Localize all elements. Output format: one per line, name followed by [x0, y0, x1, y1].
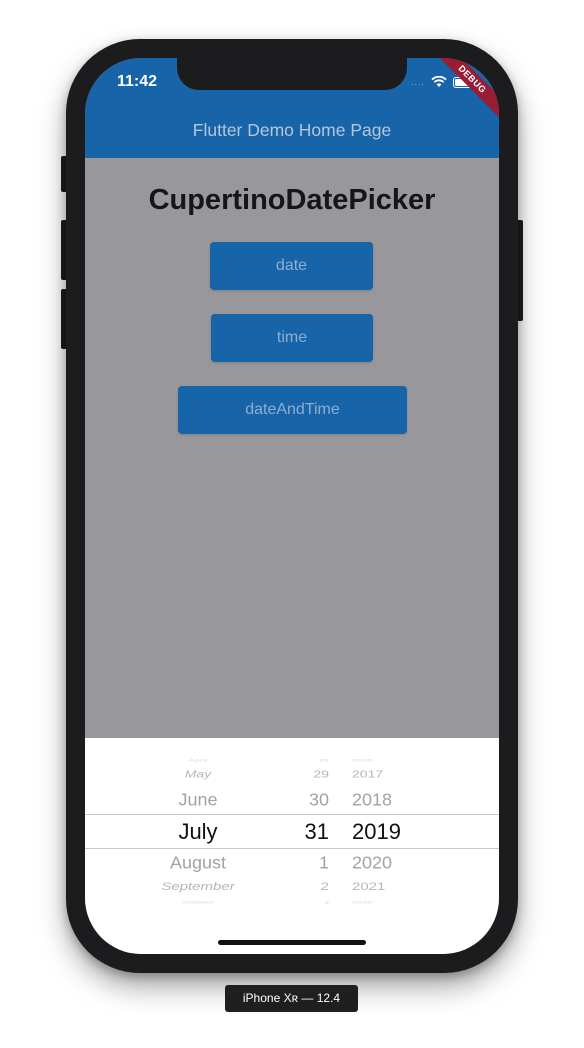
year-wheel-item[interactable]: 2019: [352, 819, 422, 845]
day-wheel-item[interactable]: 30: [289, 791, 329, 811]
year-wheel-item[interactable]: 2017: [352, 768, 422, 779]
year-wheel-item[interactable]: 2016: [352, 758, 422, 763]
app-bar-title: Flutter Demo Home Page: [192, 120, 392, 140]
cupertino-date-picker[interactable]: April May June July August September October 28…: [85, 752, 499, 912]
notch: [177, 58, 407, 90]
month-wheel-item[interactable]: April: [128, 758, 268, 763]
time-button[interactable]: time: [211, 314, 373, 362]
month-wheel-item[interactable]: August: [128, 854, 268, 874]
year-wheel-item[interactable]: 2021: [352, 880, 422, 893]
month-wheel-item[interactable]: October: [128, 900, 268, 905]
date-picker-sheet: April May June July August September October 28…: [85, 738, 499, 954]
month-wheel-item[interactable]: July: [128, 819, 268, 845]
day-wheel-item[interactable]: 28: [289, 758, 329, 763]
day-wheel-item[interactable]: 29: [289, 768, 329, 779]
day-wheel-item[interactable]: 31: [289, 819, 329, 845]
status-time: 11:42: [117, 73, 158, 90]
device-label: iPhone Xʀ — 12.4: [225, 985, 358, 1012]
year-wheel-item[interactable]: 2020: [352, 854, 422, 874]
date-button[interactable]: date: [210, 242, 373, 290]
app-bar: 11:42 .... Flutter Demo Home Page: [85, 58, 499, 158]
year-wheel-item[interactable]: 2018: [352, 791, 422, 811]
page-title: CupertinoDatePicker: [148, 184, 436, 216]
wifi-icon: [431, 76, 447, 87]
month-wheel-item[interactable]: May: [128, 768, 268, 779]
month-wheel-item[interactable]: September: [128, 880, 268, 893]
home-indicator: [218, 940, 366, 945]
day-wheel-item[interactable]: 3: [289, 900, 329, 905]
date-and-time-button[interactable]: dateAndTime: [178, 386, 407, 434]
year-wheel-item[interactable]: 2022: [352, 900, 422, 905]
selection-top-divider: [85, 814, 499, 815]
signal-icon: ....: [410, 77, 425, 87]
day-wheel-item[interactable]: 1: [289, 854, 329, 874]
simulator-stage: 11:42 .... Flutter Demo Home Page DEBUG …: [0, 0, 584, 1048]
selection-bottom-divider: [85, 848, 499, 849]
month-wheel-item[interactable]: June: [128, 791, 268, 811]
device-screen: 11:42 .... Flutter Demo Home Page DEBUG …: [85, 58, 499, 954]
day-wheel-item[interactable]: 2: [289, 880, 329, 893]
